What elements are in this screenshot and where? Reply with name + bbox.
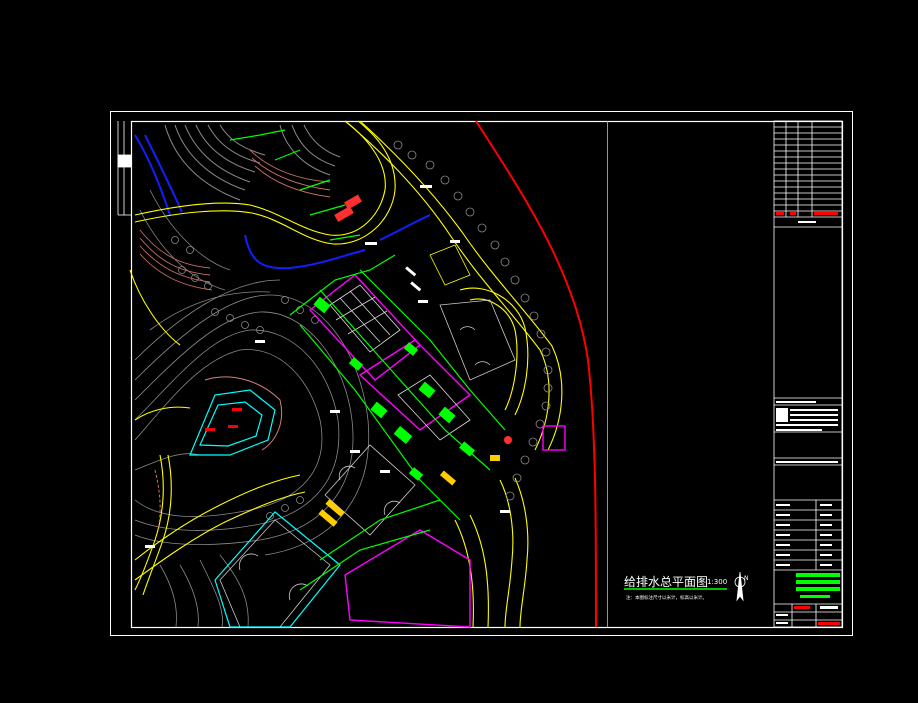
drawing-scale: 1:300 bbox=[707, 578, 727, 586]
svg-text:N: N bbox=[744, 575, 749, 582]
drawing-note: 注：本图标注尺寸以米计，标高以米计。 bbox=[626, 594, 707, 601]
drawing-title: 给排水总平面图 bbox=[624, 575, 708, 589]
cad-drawing: 给排水总平面图 1:300 注：本图标注尺寸以米计，标高以米计。 N bbox=[0, 0, 918, 703]
